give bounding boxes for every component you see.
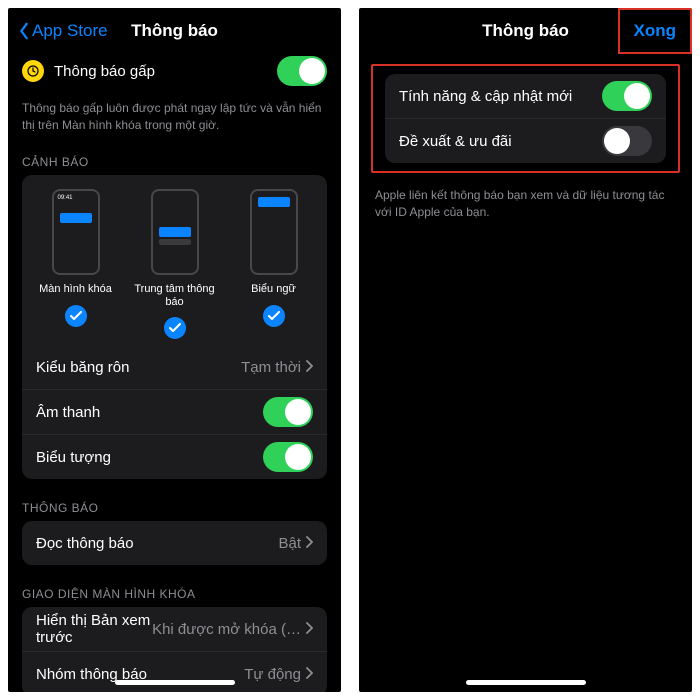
back-button[interactable]: App Store: [18, 21, 108, 41]
badges-row[interactable]: Biểu tượng: [22, 435, 327, 479]
recommendations-row[interactable]: Đề xuất & ưu đãi: [385, 119, 666, 163]
checkmark-icon: [65, 305, 87, 327]
alert-lock-screen[interactable]: 09:41 Màn hình khóa: [26, 189, 125, 339]
chevron-right-icon: [305, 535, 313, 552]
footer-text: Apple liên kết thông báo bạn xem và dữ l…: [373, 181, 678, 236]
section-lock: GIAO DIỆN MÀN HÌNH KHÓA: [22, 581, 327, 607]
urgent-toggle[interactable]: [277, 56, 327, 86]
alert-styles: 09:41 Màn hình khóa Trung tâm thông báo …: [22, 175, 327, 345]
banner-style-row[interactable]: Kiểu băng rôn Tạm thời: [22, 345, 327, 390]
lock-screen-preview: 09:41: [52, 189, 100, 275]
highlighted-options: Tính năng & cập nhật mới Đề xuất & ưu đã…: [371, 64, 680, 173]
alerts-group: 09:41 Màn hình khóa Trung tâm thông báo …: [22, 175, 327, 479]
chevron-right-icon: [305, 621, 313, 638]
header: Thông báo Xong: [359, 8, 692, 54]
preview-row[interactable]: Hiển thị Bản xem trước Khi được mở khóa …: [22, 607, 327, 652]
page-title: Thông báo: [482, 21, 569, 41]
done-button[interactable]: Xong: [618, 8, 693, 54]
recommendations-toggle[interactable]: [602, 126, 652, 156]
urgent-label: Thông báo gấp: [54, 63, 267, 80]
header: App Store Thông báo: [8, 8, 341, 54]
page-title: Thông báo: [131, 21, 218, 41]
new-features-row[interactable]: Tính năng & cập nhật mới: [385, 74, 666, 119]
sound-row[interactable]: Âm thanh: [22, 390, 327, 435]
center-preview: [151, 189, 199, 275]
back-label: App Store: [32, 21, 108, 41]
section-alerts: CẢNH BÁO: [22, 149, 327, 175]
right-screen: Thông báo Xong Tính năng & cập nhật mới …: [359, 8, 692, 692]
notif-group: Đọc thông báo Bật: [22, 521, 327, 565]
chevron-right-icon: [305, 666, 313, 683]
announce-row[interactable]: Đọc thông báo Bật: [22, 521, 327, 565]
home-indicator[interactable]: [115, 680, 235, 685]
home-indicator[interactable]: [466, 680, 586, 685]
checkmark-icon: [164, 317, 186, 339]
grouping-row[interactable]: Nhóm thông báo Tự động: [22, 652, 327, 692]
content: Thông báo gấp Thông báo gấp luôn được ph…: [8, 54, 341, 692]
checkmark-icon: [263, 305, 285, 327]
sound-toggle[interactable]: [263, 397, 313, 427]
alert-banner[interactable]: Biểu ngữ: [224, 189, 323, 339]
clock-icon: [22, 60, 44, 82]
banner-preview: [250, 189, 298, 275]
left-screen: App Store Thông báo Thông báo gấp Thông …: [8, 8, 341, 692]
chevron-right-icon: [305, 359, 313, 376]
badges-toggle[interactable]: [263, 442, 313, 472]
urgent-footer: Thông báo gấp luôn được phát ngay lập tứ…: [22, 94, 327, 149]
new-features-toggle[interactable]: [602, 81, 652, 111]
section-notif: THÔNG BÁO: [22, 495, 327, 521]
alert-notification-center[interactable]: Trung tâm thông báo: [125, 189, 224, 339]
urgent-row[interactable]: Thông báo gấp: [22, 54, 327, 94]
content: Tính năng & cập nhật mới Đề xuất & ưu đã…: [359, 54, 692, 692]
chevron-left-icon: [18, 22, 30, 40]
